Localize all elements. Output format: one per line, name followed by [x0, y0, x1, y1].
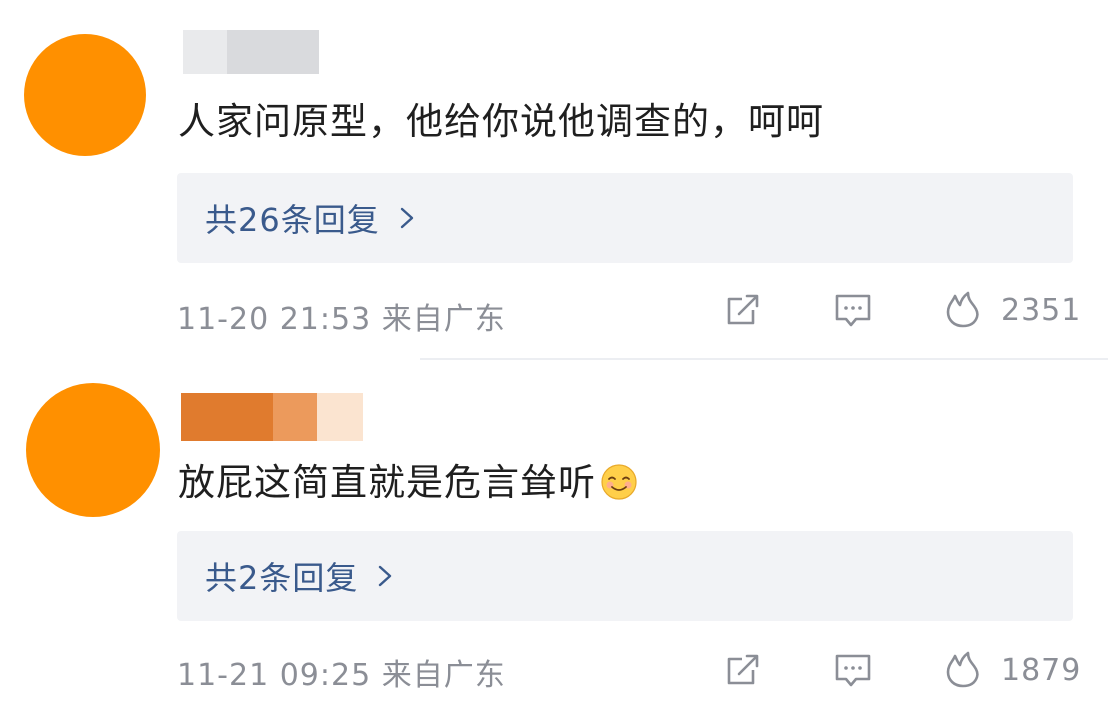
comment-text: 放屁这简直就是危言耸听 — [178, 460, 638, 506]
comment-item: 放屁这简直就是危言耸听 共2条回复 11-21 09:25 来自广东 1879 — [0, 360, 1108, 714]
username-redacted[interactable] — [183, 30, 319, 74]
avatar[interactable] — [26, 383, 160, 517]
like-icon — [946, 291, 979, 328]
redaction-block — [317, 393, 363, 441]
comment-text-content: 放屁这简直就是危言耸听 — [178, 461, 596, 504]
like-button[interactable]: 1879 — [943, 650, 1081, 690]
comment-meta: 11-21 09:25 来自广东 — [177, 650, 506, 694]
like-icon — [946, 651, 979, 688]
like-count: 1879 — [1001, 652, 1082, 688]
redaction-block — [183, 30, 227, 74]
location: 来自广东 — [381, 302, 506, 337]
replies-label: 共26条回复 — [205, 201, 380, 239]
smiling-face-emoji — [601, 464, 637, 500]
like-button[interactable]: 2351 — [943, 290, 1081, 330]
like-count: 2351 — [1001, 292, 1082, 328]
redaction-block — [181, 393, 273, 441]
location: 来自广东 — [381, 658, 506, 693]
share-button[interactable] — [723, 290, 763, 330]
share-button[interactable] — [723, 650, 763, 690]
view-replies-button[interactable]: 共2条回复 — [177, 531, 1073, 621]
chevron-right-icon — [379, 565, 392, 587]
share-icon — [727, 294, 759, 325]
comment-icon — [835, 654, 871, 687]
share-icon — [727, 654, 759, 685]
timestamp: 11-20 21:53 — [177, 302, 372, 337]
chevron-right-icon — [400, 207, 413, 229]
comment-button[interactable] — [833, 650, 873, 690]
comment-meta: 11-20 21:53 来自广东 — [177, 294, 506, 338]
redaction-block — [227, 30, 319, 74]
timestamp: 11-21 09:25 — [177, 658, 372, 693]
comment-icon — [835, 294, 871, 327]
avatar[interactable] — [24, 34, 146, 156]
view-replies-button[interactable]: 共26条回复 — [177, 173, 1073, 263]
replies-label: 共2条回复 — [205, 559, 359, 597]
comment-item: 人家问原型，他给你说他调查的，呵呵 共26条回复 11-20 21:53 来自广… — [0, 0, 1108, 358]
username-redacted[interactable] — [181, 393, 363, 441]
comment-text: 人家问原型，他给你说他调查的，呵呵 — [178, 100, 824, 143]
comment-button[interactable] — [833, 290, 873, 330]
redaction-block — [273, 393, 317, 441]
